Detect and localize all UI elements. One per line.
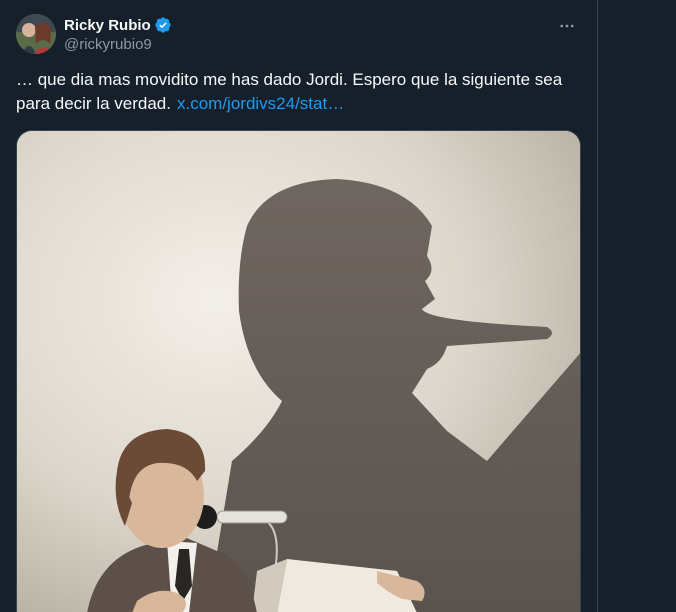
author-name[interactable]: Ricky Rubio [64,17,151,34]
right-panel [598,0,676,612]
author-name-line[interactable]: Ricky Rubio [64,16,172,34]
tweet-header: Ricky Rubio @rickyrubio9 [16,12,581,60]
avatar[interactable] [16,14,56,54]
verified-badge-icon [154,16,172,34]
tweet-link[interactable]: x.com/jordivs24/stat… [177,94,344,113]
illustration-image [17,131,580,612]
tweet-text: … que dia mas movidito me has dado Jordi… [16,68,576,116]
tweet-media-image[interactable] [16,130,581,612]
tweet-column: Ricky Rubio @rickyrubio9 … que dia mas m… [0,0,598,612]
author-handle[interactable]: @rickyrubio9 [64,36,152,53]
more-horizontal-icon[interactable] [553,12,581,40]
avatar-image [16,14,56,54]
